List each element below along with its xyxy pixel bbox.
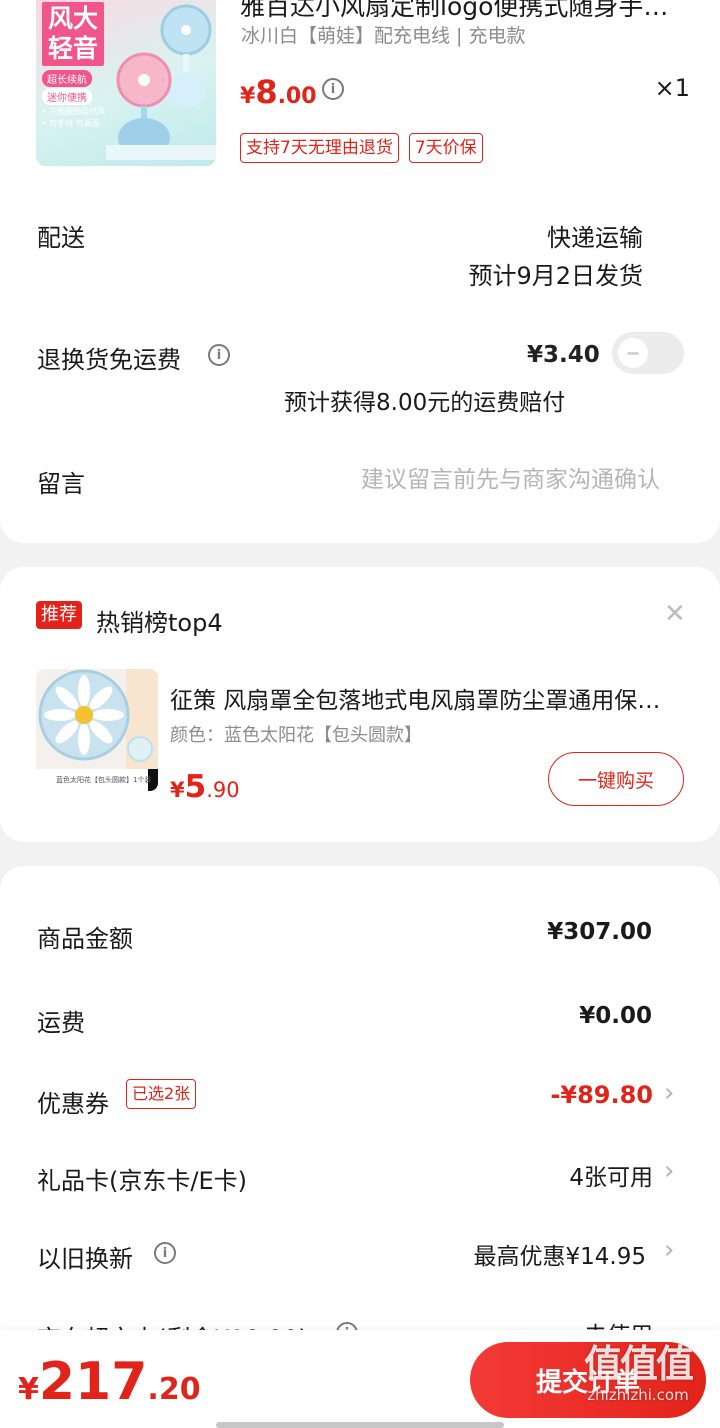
recommend-image-caption: 蓝色太阳花【包头圆款】1个装	[56, 776, 152, 784]
product-image-bullet: • 可手持 可桌面	[42, 119, 100, 128]
coupon-value[interactable]: -¥89.80	[550, 1081, 653, 1109]
tradein-label: 以旧换新	[37, 1245, 133, 1273]
product-image-bullet: • 三档强劲自然风	[42, 107, 106, 116]
recommend-badge: 推荐	[36, 601, 82, 629]
product-title[interactable]: 雅百达小风扇定制logo便携式随身手持USB充电迷你学生宿舍办公室	[240, 0, 686, 24]
goods-amount-label: 商品金额	[37, 925, 133, 953]
product-image-badge: 迷你便携	[42, 88, 92, 105]
chevron-right-icon[interactable]: ›	[664, 1156, 674, 1186]
close-icon[interactable]: ✕	[664, 599, 686, 629]
return-policy-tag[interactable]: 支持7天无理由退货	[240, 133, 399, 163]
chevron-right-icon[interactable]: ›	[664, 1078, 674, 1108]
info-icon[interactable]: i	[208, 344, 230, 366]
bottom-bar: ¥217.20 提交订单 值值值 zhizhizhi.com	[0, 1330, 720, 1428]
freight-value: ¥0.00	[579, 1003, 652, 1029]
chevron-right-icon[interactable]: ›	[664, 1235, 674, 1265]
recommend-item-spec: 颜色：蓝色太阳花【包头圆款】	[170, 725, 422, 746]
product-image-headline: 风大 轻音	[42, 2, 104, 66]
delivery-label: 配送	[37, 224, 85, 252]
coupon-label: 优惠券	[37, 1090, 109, 1118]
price-protect-tag[interactable]: 7天价保	[408, 133, 483, 163]
return-freight-label: 退换货免运费	[37, 346, 181, 374]
tradein-value[interactable]: 最高优惠¥14.95	[474, 1237, 646, 1271]
watermark-url: zhizhizhi.com	[587, 1386, 689, 1404]
return-freight-note: 预计获得8.00元的运费赔付	[284, 390, 566, 416]
product-spec: 冰川白【萌娃】配充电线 | 充电款	[241, 25, 526, 47]
recommend-item-title[interactable]: 征策 风扇罩全包落地式电风扇罩防尘罩通用保护罩	[170, 685, 676, 717]
order-card: 风大 轻音 超长续航 迷你便携 • 三档强劲自然风 • 可手持 可桌面 雅百达小…	[0, 0, 720, 543]
info-icon[interactable]: i	[322, 78, 344, 100]
watermark-title: 值值值	[583, 1342, 694, 1386]
product-tags: 支持7天无理由退货 7天价保	[240, 133, 483, 163]
recommend-title: 热销榜top4	[96, 609, 223, 637]
info-icon[interactable]: i	[154, 1242, 176, 1264]
goods-amount-value: ¥307.00	[547, 919, 652, 945]
product-price: ¥8.00	[240, 73, 317, 111]
recommend-card: 推荐 热销榜top4 ✕ 蓝色太阳花【包头圆款】1个装 征策 风扇罩全包落地式电…	[0, 567, 720, 842]
recommend-item-price: ¥5.90	[170, 769, 240, 805]
coupon-tag[interactable]: 已选2张	[126, 1079, 197, 1109]
delivery-estimate[interactable]: 预计9月2日发货	[468, 256, 643, 291]
freight-label: 运费	[37, 1009, 85, 1037]
product-image[interactable]: 风大 轻音 超长续航 迷你便携 • 三档强劲自然风 • 可手持 可桌面	[36, 0, 216, 166]
message-label: 留言	[37, 470, 85, 498]
fan-cover-illustration	[36, 669, 158, 791]
return-freight-price: ¥3.40	[527, 342, 600, 368]
total-price: ¥217.20	[18, 1352, 201, 1412]
home-indicator	[216, 1422, 504, 1428]
product-quantity: ×1	[654, 74, 690, 102]
message-input[interactable]	[300, 458, 660, 502]
product-image-badge: 超长续航	[42, 70, 92, 87]
fan-illustration	[106, 4, 216, 160]
return-freight-toggle[interactable]	[612, 332, 684, 374]
toggle-knob	[618, 338, 648, 368]
recommend-item-image[interactable]: 蓝色太阳花【包头圆款】1个装	[36, 669, 158, 791]
watermark: 值值值 zhizhizhi.com	[568, 1342, 708, 1404]
giftcard-value[interactable]: 4张可用	[569, 1158, 653, 1192]
buy-now-button[interactable]: 一键购买	[548, 752, 684, 806]
giftcard-label: 礼品卡(京东卡/E卡)	[37, 1167, 247, 1195]
delivery-method[interactable]: 快递运输	[547, 218, 643, 253]
